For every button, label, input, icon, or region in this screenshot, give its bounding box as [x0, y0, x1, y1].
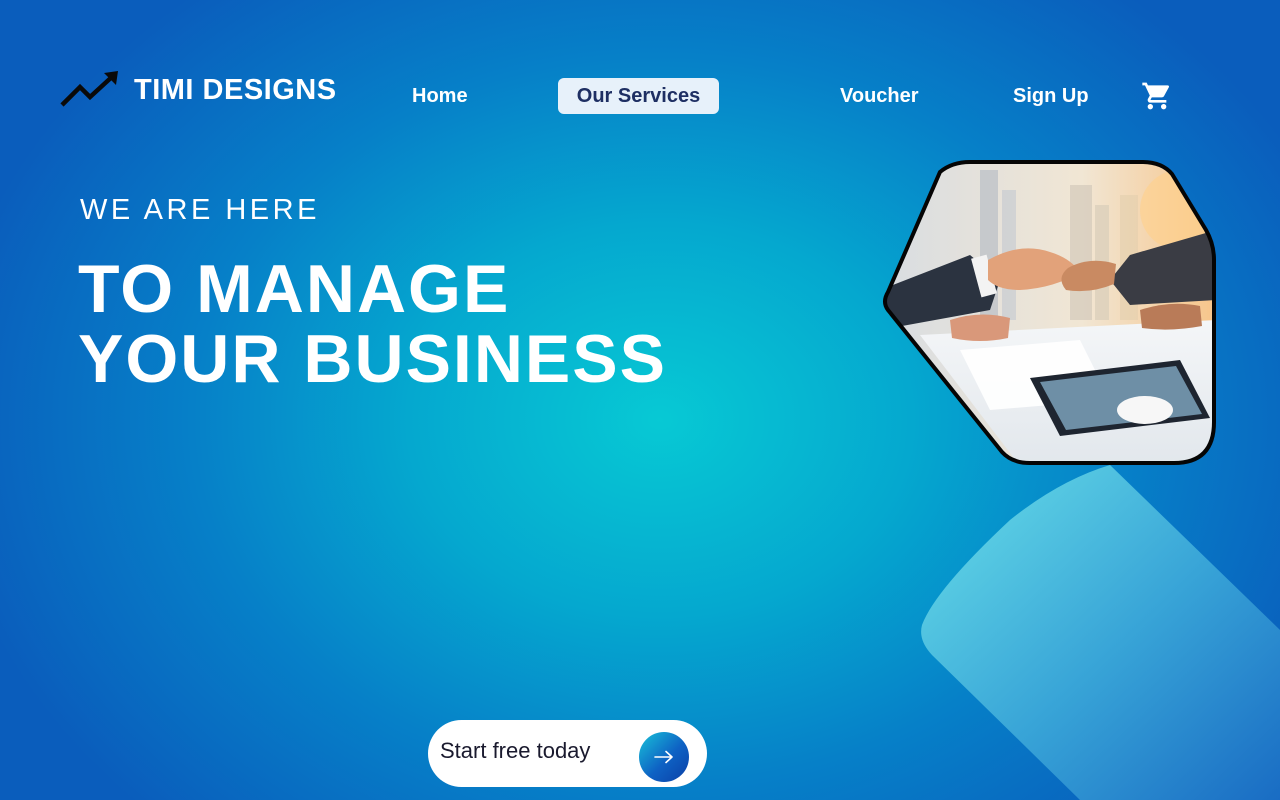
trending-up-icon — [60, 71, 118, 107]
arrow-right-icon — [639, 732, 689, 782]
brand-logo[interactable]: TIMI DESIGNS — [60, 70, 337, 110]
nav-our-services[interactable]: Our Services — [558, 78, 719, 114]
nav-sign-up[interactable]: Sign Up — [1013, 78, 1089, 114]
shopping-cart-icon[interactable] — [1141, 80, 1173, 112]
brand-name: TIMI DESIGNS — [134, 73, 337, 106]
hero-eyebrow: WE ARE HERE — [80, 194, 320, 226]
cta-label: Start free today — [440, 738, 591, 763]
headline-line-1: TO MANAGE — [78, 251, 511, 327]
business-handshake-photo — [883, 160, 1216, 465]
headline-line-2: YOUR BUSINESS — [78, 321, 667, 397]
nav-home[interactable]: Home — [412, 78, 468, 114]
hero-headline: TO MANAGE YOUR BUSINESS — [78, 254, 667, 394]
nav-voucher[interactable]: Voucher — [840, 78, 919, 114]
start-free-today-button[interactable]: Start free today — [428, 720, 707, 787]
